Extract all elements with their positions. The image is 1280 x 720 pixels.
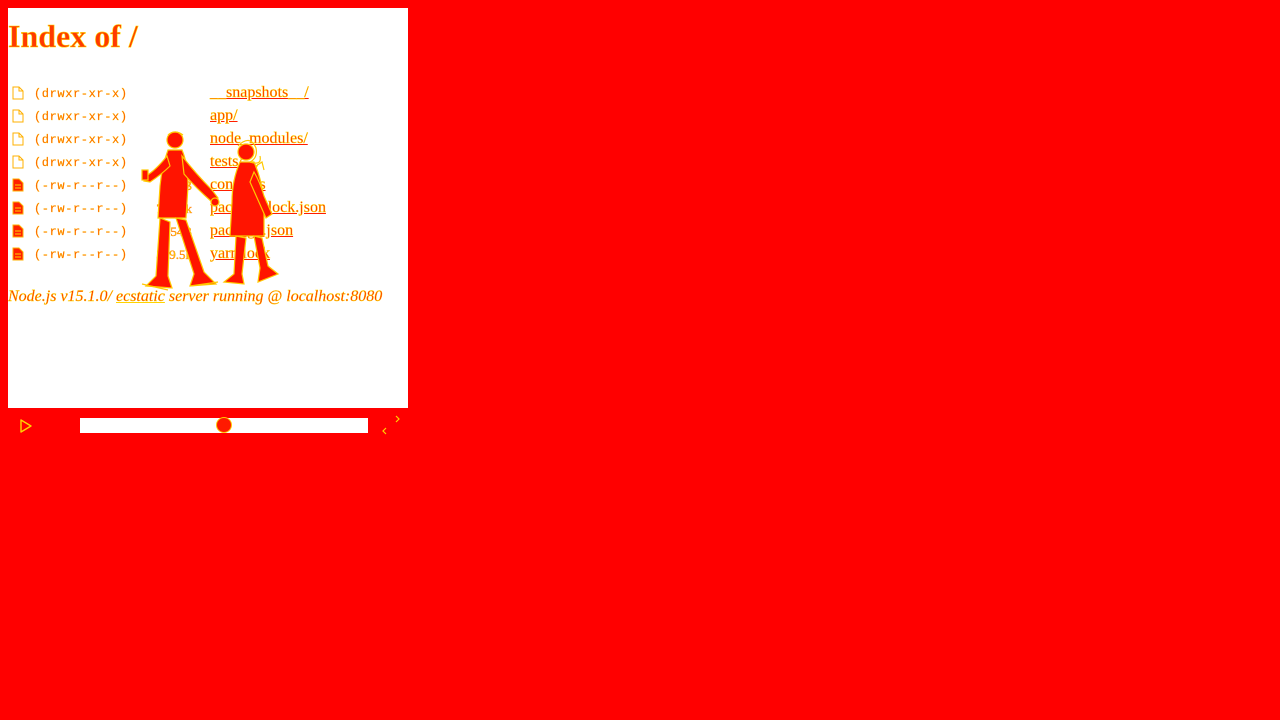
list-item: (drwxr-xr-x) __snapshots__/ [10, 82, 350, 105]
folder-icon [12, 132, 24, 146]
permissions: (-rw-r--r--) [34, 225, 128, 239]
page-title: Index of / [8, 18, 138, 55]
swap-arrows-icon[interactable] [378, 412, 404, 438]
server-footer: Node.js v15.1.0/ ecstatic server running… [8, 288, 382, 306]
file-link[interactable]: yarn.lock [210, 245, 270, 263]
directory-listing: (drwxr-xr-x) __snapshots__/ (drwxr-xr-x)… [10, 82, 350, 266]
file-link[interactable]: app/ [210, 107, 238, 125]
permissions: (drwxr-xr-x) [34, 110, 128, 124]
permissions: (-rw-r--r--) [34, 248, 128, 262]
file-icon [12, 178, 24, 192]
file-icon [12, 247, 24, 261]
list-item: (-rw-r--r--) 399.5k yarn.lock [10, 243, 350, 266]
slider-handle[interactable] [216, 417, 232, 433]
list-item: (-rw-r--r--) 774.7k package-lock.json [10, 197, 350, 220]
list-item: (-rw-r--r--) 654B package.json [10, 220, 350, 243]
browser-viewport: Index of / (drwxr-xr-x) __snapshots__/ (… [8, 8, 408, 408]
file-link[interactable]: node_modules/ [210, 130, 308, 148]
list-item: (drwxr-xr-x) tests/ [10, 151, 350, 174]
list-item: (drwxr-xr-x) app/ [10, 105, 350, 128]
file-link[interactable]: tests/ [210, 153, 243, 171]
play-icon[interactable] [18, 418, 34, 434]
folder-icon [12, 109, 24, 123]
file-link[interactable]: package.json [210, 222, 294, 240]
folder-icon [12, 86, 24, 100]
file-link[interactable]: config.js [210, 176, 266, 194]
folder-icon [12, 155, 24, 169]
file-icon [12, 224, 24, 238]
footer-suffix: server running @ localhost:8080 [164, 288, 383, 305]
timeline-slider[interactable] [80, 417, 368, 433]
footer-prefix: Node.js v15.1.0/ [8, 288, 116, 305]
file-size: 654B [163, 224, 192, 239]
permissions: (-rw-r--r--) [34, 202, 128, 216]
ecstatic-link[interactable]: ecstatic [116, 288, 165, 305]
list-item: (drwxr-xr-x) node_modules/ [10, 128, 350, 151]
file-size: 399.5k [156, 247, 192, 262]
file-link[interactable]: __snapshots__/ [210, 84, 309, 102]
file-size: 774.7k [156, 201, 192, 216]
permissions: (drwxr-xr-x) [34, 133, 128, 147]
permissions: (drwxr-xr-x) [34, 156, 128, 170]
permissions: (drwxr-xr-x) [34, 87, 128, 101]
file-size: 611B [164, 178, 192, 193]
file-icon [12, 201, 24, 215]
list-item: (-rw-r--r--) 611B config.js [10, 174, 350, 197]
permissions: (-rw-r--r--) [34, 179, 128, 193]
file-link[interactable]: package-lock.json [210, 199, 326, 217]
